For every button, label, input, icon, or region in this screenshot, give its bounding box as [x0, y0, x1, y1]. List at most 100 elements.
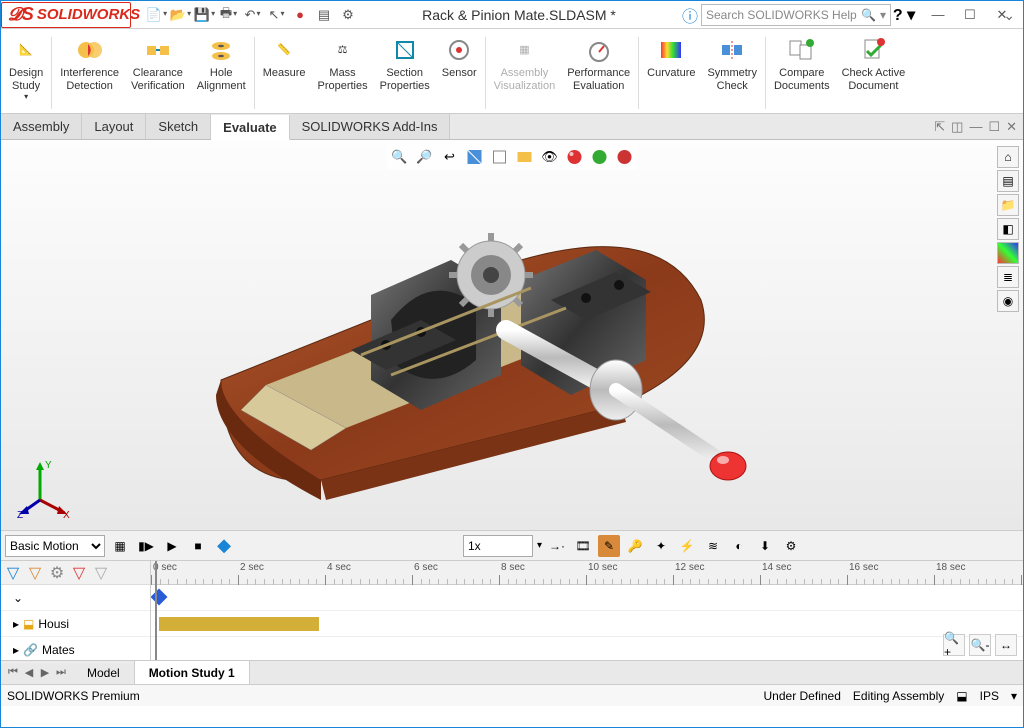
tab-last-icon[interactable]: ⏭: [53, 666, 69, 679]
mdi-maximize-icon[interactable]: ☐: [988, 119, 1000, 135]
task-pane: ⌂ ▤ 📁 ◧ ≣ ◉: [997, 146, 1021, 312]
timeline-slider-handle[interactable]: ◆: [213, 535, 235, 557]
file-explorer-icon[interactable]: 📁: [997, 194, 1019, 216]
contact-icon[interactable]: ◐: [728, 535, 750, 557]
minimize-button[interactable]: —: [925, 4, 951, 26]
mass-properties-button[interactable]: ⚖Mass Properties: [311, 33, 373, 113]
tab-next-icon[interactable]: ▶: [37, 666, 53, 679]
autokey-icon[interactable]: 🔑: [624, 535, 646, 557]
search-box[interactable]: Search SOLIDWORKS Help 🔍 ▾: [701, 4, 891, 26]
mdi-tile-icon[interactable]: ◫: [951, 119, 963, 135]
document-title: Rack & Pinion Mate.SLDASM *: [359, 7, 679, 23]
motion-type-select[interactable]: Basic Motion: [5, 535, 105, 557]
status-bar: SOLIDWORKS Premium Under Defined Editing…: [1, 684, 1023, 706]
search-icon: 🔍: [861, 8, 876, 22]
solidworks-logo: 𝓓SSOLIDWORKS: [1, 2, 131, 28]
bottom-tab-model[interactable]: Model: [73, 661, 135, 684]
mdi-expand-icon[interactable]: ⇱: [934, 119, 945, 135]
spring-icon[interactable]: ≋: [702, 535, 724, 557]
compare-documents-button[interactable]: Compare Documents: [768, 33, 836, 113]
play-icon[interactable]: ▶: [161, 535, 183, 557]
view-palette-icon[interactable]: ◧: [997, 218, 1019, 240]
select-icon[interactable]: ↖: [265, 4, 287, 26]
tab-first-icon[interactable]: ⏮: [5, 666, 21, 679]
filter-results-icon[interactable]: ▽: [69, 563, 89, 583]
animation-wizard-icon[interactable]: ✎: [598, 535, 620, 557]
tab-assembly[interactable]: Assembly: [1, 114, 82, 139]
symmetry-check-button[interactable]: Symmetry Check: [701, 33, 763, 113]
curvature-button[interactable]: Curvature: [641, 33, 701, 113]
collapse-timeline-icon[interactable]: ⌄: [1003, 7, 1015, 24]
filter-animated-icon[interactable]: ▽: [3, 563, 23, 583]
tree-row-housing[interactable]: ▸⬓Housi: [1, 611, 150, 637]
performance-evaluation-button[interactable]: Performance Evaluation: [561, 33, 636, 113]
bottom-tab-motion-study[interactable]: Motion Study 1: [135, 661, 250, 684]
command-manager-tabs: Assembly Layout Sketch Evaluate SOLIDWOR…: [1, 114, 1023, 140]
sensor-button[interactable]: Sensor: [436, 33, 483, 113]
timeline-tracks[interactable]: 0 sec2 sec4 sec6 sec8 sec10 sec12 sec14 …: [151, 561, 1023, 660]
tab-layout[interactable]: Layout: [82, 114, 146, 139]
zoom-in-timeline-icon[interactable]: 🔍+: [943, 634, 965, 656]
tab-addins[interactable]: SOLIDWORKS Add-Ins: [290, 114, 451, 139]
status-mode: Editing Assembly: [853, 689, 944, 703]
help-menu[interactable]: ? ▾: [891, 5, 917, 25]
design-study-button[interactable]: 📐Design Study▾: [3, 33, 49, 113]
section-properties-button[interactable]: Section Properties: [374, 33, 436, 113]
zoom-out-timeline-icon[interactable]: 🔍-: [969, 634, 991, 656]
check-active-document-button[interactable]: Check Active Document: [836, 33, 912, 113]
playhead[interactable]: [155, 561, 157, 660]
play-mode-icon[interactable]: →·: [546, 535, 568, 557]
status-units[interactable]: IPS: [980, 689, 999, 703]
measure-button[interactable]: 📏Measure: [257, 33, 312, 113]
play-start-icon[interactable]: ▮▶: [135, 535, 157, 557]
tab-prev-icon[interactable]: ◀: [21, 666, 37, 679]
undo-icon[interactable]: ↶: [241, 4, 263, 26]
svg-text:Y: Y: [45, 460, 52, 471]
filter-driving-icon[interactable]: ▽: [25, 563, 45, 583]
filter-selected-icon[interactable]: ⚙: [47, 563, 67, 583]
tab-evaluate[interactable]: Evaluate: [211, 115, 289, 140]
tree-row-mates[interactable]: ▸🔗Mates: [1, 637, 150, 663]
maximize-button[interactable]: ☐: [957, 4, 983, 26]
info-icon[interactable]: ⓘ: [679, 3, 701, 27]
mdi-minimize-icon[interactable]: —: [969, 119, 982, 134]
addkey-icon[interactable]: ✦: [650, 535, 672, 557]
open-doc-icon[interactable]: 📂: [169, 4, 191, 26]
graphics-viewport[interactable]: 🔍 🔎 ↩ 👁 ⌂ ▤ 📁 ◧ ≣ ◉: [1, 140, 1023, 530]
tab-sketch[interactable]: Sketch: [146, 114, 211, 139]
appearances-icon[interactable]: [997, 242, 1019, 264]
assembly-visualization-button[interactable]: ▦Assembly Visualization: [488, 33, 562, 113]
zoom-fit-timeline-icon[interactable]: ↔: [995, 634, 1017, 656]
new-doc-icon[interactable]: 📄: [145, 4, 167, 26]
print-icon[interactable]: 🖶: [217, 4, 239, 26]
mdi-close-icon[interactable]: ✕: [1006, 119, 1017, 135]
settings-icon[interactable]: ⚙: [337, 4, 359, 26]
motion-timeline: ▽ ▽ ⚙ ▽ ▽ ⌄ ▸⬓Housi ▸🔗Mates 0 sec2 sec4 …: [1, 560, 1023, 660]
clearance-verification-button[interactable]: Clearance Verification: [125, 33, 191, 113]
stop-icon[interactable]: ■: [187, 535, 209, 557]
calculate-icon[interactable]: ▦: [109, 535, 131, 557]
svg-text:X: X: [63, 510, 70, 520]
options-icon[interactable]: ▤: [313, 4, 335, 26]
status-units-drop-icon[interactable]: ▾: [1011, 689, 1017, 703]
interference-detection-button[interactable]: Interference Detection: [54, 33, 125, 113]
playback-speed-input[interactable]: [463, 535, 533, 557]
bottom-tabs: ⏮ ◀ ▶ ⏭ Model Motion Study 1: [1, 660, 1023, 684]
save-icon[interactable]: 💾: [193, 4, 215, 26]
custom-props-icon[interactable]: ≣: [997, 266, 1019, 288]
forum-icon[interactable]: ◉: [997, 290, 1019, 312]
save-animation-icon[interactable]: 🎞: [572, 535, 594, 557]
filter-none-icon[interactable]: ▽: [91, 563, 111, 583]
rebuild-icon[interactable]: ●: [289, 4, 311, 26]
tree-row-orientation[interactable]: ⌄: [1, 585, 150, 611]
home-icon[interactable]: ⌂: [997, 146, 1019, 168]
quick-access-toolbar: 📄 📂 💾 🖶 ↶ ↖ ● ▤ ⚙: [145, 4, 359, 26]
status-custom-icon[interactable]: ⬓: [956, 689, 967, 703]
motion-options-icon[interactable]: ⚙: [780, 535, 802, 557]
motor-icon[interactable]: ⚡: [676, 535, 698, 557]
orientation-triad[interactable]: Y X Z: [15, 460, 75, 520]
timeline-ruler[interactable]: 0 sec2 sec4 sec6 sec8 sec10 sec12 sec14 …: [151, 561, 1023, 585]
hole-alignment-button[interactable]: Hole Alignment: [191, 33, 252, 113]
gravity-icon[interactable]: ⬇: [754, 535, 776, 557]
design-library-icon[interactable]: ▤: [997, 170, 1019, 192]
